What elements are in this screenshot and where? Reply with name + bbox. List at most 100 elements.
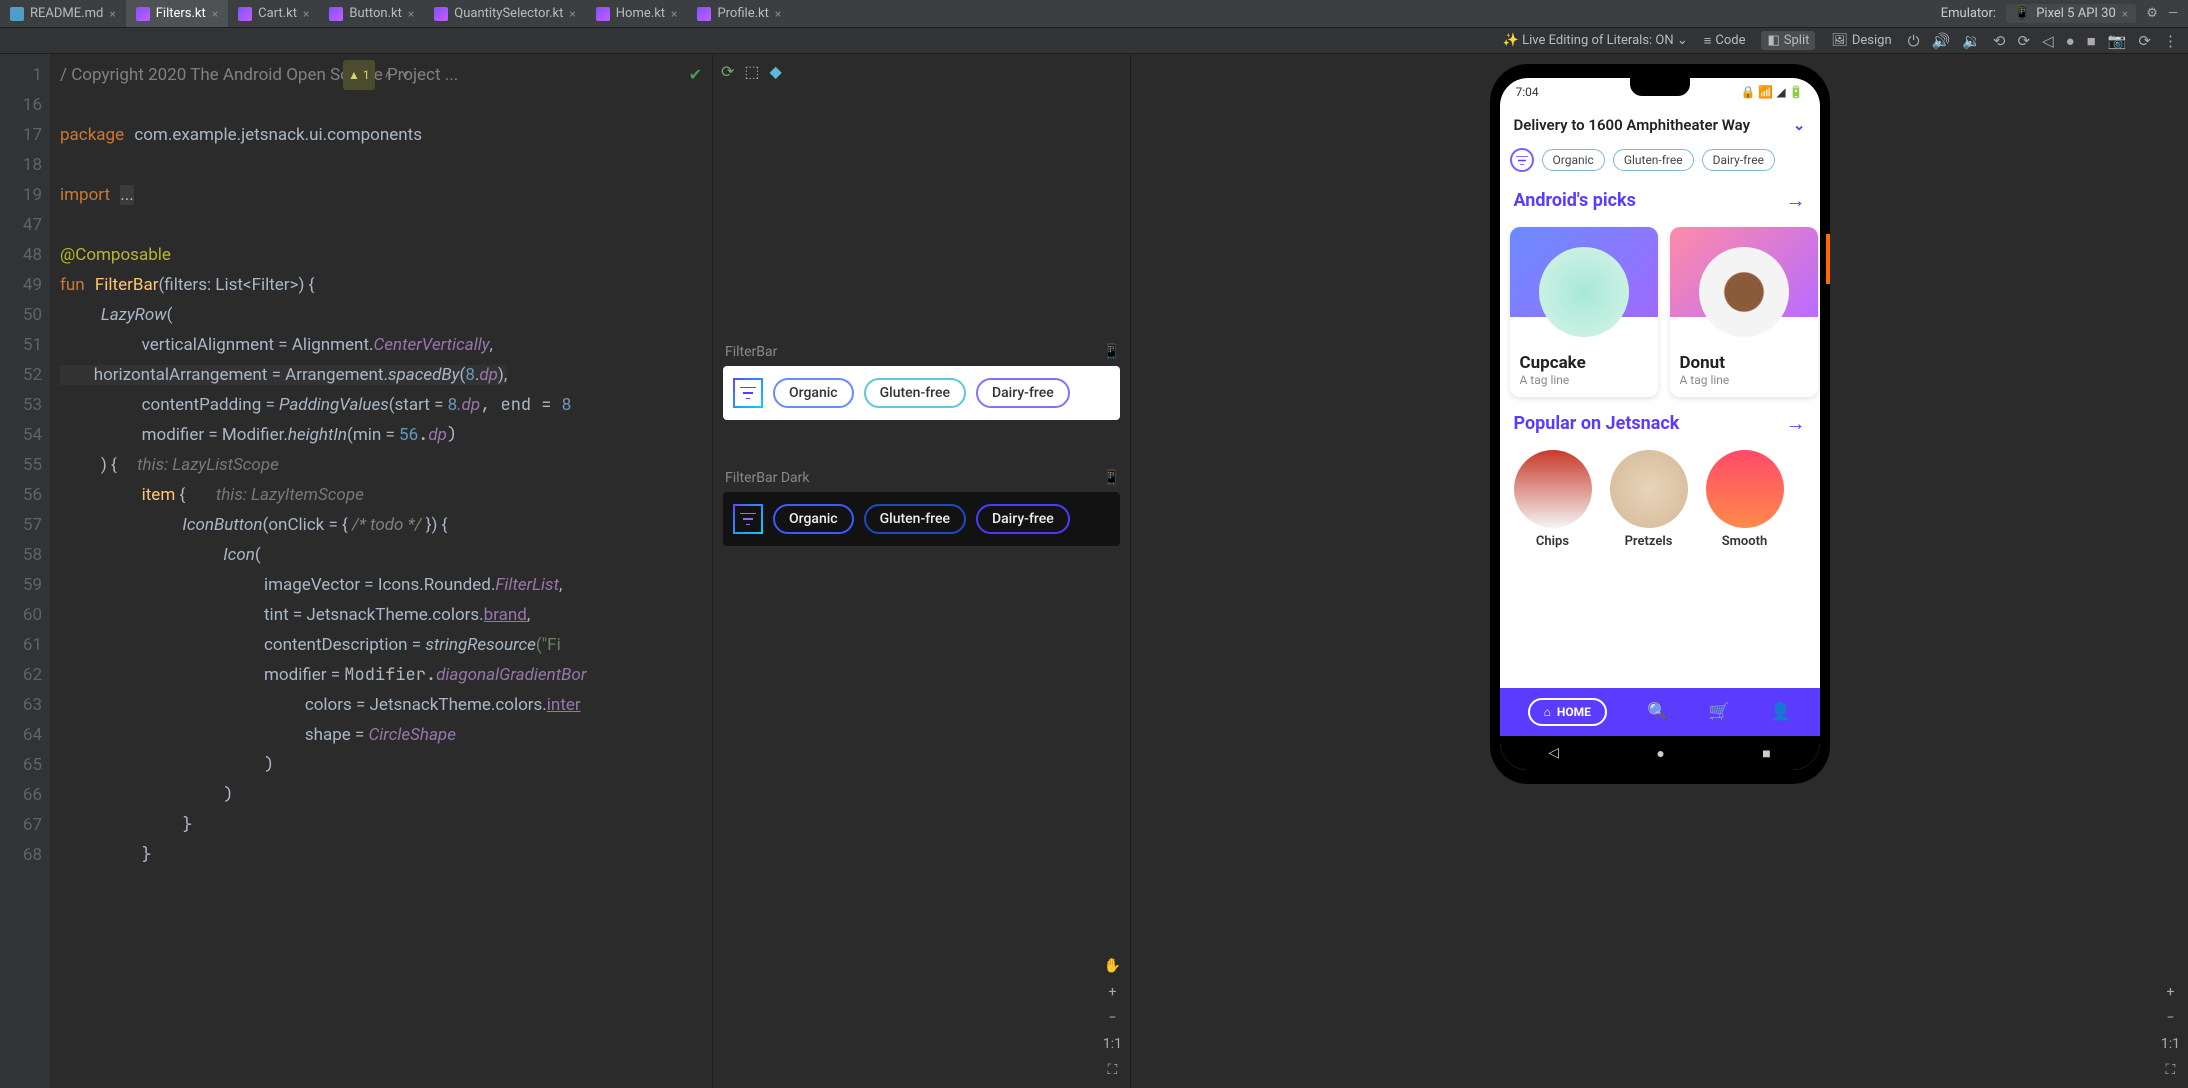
filter-list-icon[interactable]: [733, 504, 763, 534]
snack-circle[interactable]: Chips: [1514, 450, 1592, 549]
chip-organic[interactable]: Organic: [1542, 149, 1605, 171]
refresh-icon[interactable]: ⟳: [721, 62, 734, 81]
tab-button[interactable]: Button.kt×: [319, 0, 424, 27]
preview-toolbar: ✨ Live Editing of Literals: ON ⌄ ≡Code ◧…: [0, 28, 2188, 54]
fit-icon[interactable]: ⛶: [1108, 1062, 1118, 1078]
volume-up-icon[interactable]: 🔊: [1932, 32, 1951, 50]
home-icon[interactable]: ●: [1656, 745, 1664, 762]
arrow-right-icon[interactable]: →: [1786, 188, 1806, 213]
inspection-bar[interactable]: ▲ 1˄˅✔: [343, 60, 702, 90]
close-icon[interactable]: ×: [212, 7, 218, 21]
tab-qty[interactable]: QuantitySelector.kt×: [424, 0, 586, 27]
close-icon[interactable]: ×: [775, 7, 781, 21]
zoom-in-icon[interactable]: +: [1108, 984, 1116, 1000]
back-icon[interactable]: ◁: [1548, 745, 1559, 761]
tab-filters[interactable]: Filters.kt×: [126, 0, 228, 27]
chip-organic[interactable]: Organic: [773, 378, 854, 408]
mode-split[interactable]: ◧Split: [1761, 31, 1815, 50]
filter-list-icon[interactable]: [1510, 148, 1534, 172]
profile-icon[interactable]: 👤: [1770, 702, 1791, 722]
section-title: Popular on Jetsnack: [1514, 413, 1680, 434]
tab-home[interactable]: Home.kt×: [586, 0, 688, 27]
zoom-out-icon[interactable]: −: [1108, 1010, 1116, 1026]
deploy-icon[interactable]: ⬚: [744, 62, 759, 81]
close-icon[interactable]: ×: [109, 7, 115, 21]
kotlin-icon: [329, 7, 343, 21]
mode-design[interactable]: 🖼Design: [1825, 31, 1897, 50]
device-selector[interactable]: 📱Pixel 5 API 30×: [2006, 4, 2136, 23]
fit-icon[interactable]: ⛶: [2166, 1062, 2176, 1078]
snack-circle[interactable]: Smooth: [1706, 450, 1784, 549]
chevron-down-icon: ⌄: [1677, 33, 1688, 48]
overview-icon[interactable]: ■: [1762, 745, 1770, 762]
kotlin-icon: [596, 7, 610, 21]
snack-card[interactable]: DonutA tag line: [1670, 227, 1818, 397]
snack-card[interactable]: CupcakeA tag line: [1510, 227, 1658, 397]
warning-badge[interactable]: ▲ 1: [343, 60, 375, 90]
popular-row[interactable]: Chips Pretzels Smooth: [1500, 442, 1820, 557]
pan-icon[interactable]: ✋: [1104, 958, 1121, 974]
close-icon[interactable]: ×: [303, 7, 309, 21]
tab-readme[interactable]: README.md×: [0, 0, 126, 27]
chip-gluten[interactable]: Gluten-free: [864, 378, 966, 408]
chevron-up-icon[interactable]: ˄: [385, 60, 392, 90]
minimize-icon[interactable]: —: [2168, 6, 2178, 21]
device-icon[interactable]: 📱: [1103, 470, 1120, 486]
close-icon[interactable]: ×: [671, 7, 677, 21]
rotate-right-icon[interactable]: ⟳: [2017, 32, 2030, 50]
chip-dairy[interactable]: Dairy-free: [976, 378, 1070, 408]
close-icon[interactable]: ×: [408, 7, 414, 21]
more-icon[interactable]: ⋮: [2163, 32, 2178, 50]
cards-row[interactable]: CupcakeA tag line DonutA tag line: [1500, 219, 1820, 405]
filter-chips-row[interactable]: Organic Gluten-free Dairy-free: [1500, 144, 1820, 182]
overview-icon[interactable]: ■: [2087, 32, 2096, 50]
zoom-out-icon[interactable]: −: [2166, 1010, 2174, 1026]
gear-icon[interactable]: ⚙: [2146, 6, 2158, 21]
phone-notch: [1630, 78, 1690, 96]
chevron-down-icon[interactable]: ˅: [402, 60, 409, 90]
main-area: 1161718194748495051525354555657585960616…: [0, 54, 2188, 1088]
phone-screen[interactable]: 7:04 🔒 📶 ◢ 🔋 Delivery to 1600 Amphitheat…: [1500, 78, 1820, 770]
chevron-down-icon: ⌄: [1793, 116, 1806, 134]
tab-profile[interactable]: Profile.kt×: [687, 0, 791, 27]
chip-gluten[interactable]: Gluten-free: [864, 504, 966, 534]
reload-icon[interactable]: ⟳: [2138, 32, 2151, 50]
search-icon[interactable]: 🔍: [1647, 702, 1668, 722]
camera-icon[interactable]: 📷: [2108, 32, 2127, 50]
chip-dairy[interactable]: Dairy-free: [1702, 149, 1775, 171]
editor-tabs: README.md× Filters.kt× Cart.kt× Button.k…: [0, 0, 2188, 28]
tab-cart[interactable]: Cart.kt×: [228, 0, 319, 27]
arrow-right-icon[interactable]: →: [1786, 411, 1806, 436]
live-edit-status[interactable]: ✨ Live Editing of Literals: ON ⌄: [1503, 33, 1688, 48]
mode-code[interactable]: ≡Code: [1698, 31, 1752, 51]
chip-gluten[interactable]: Gluten-free: [1613, 149, 1694, 171]
emulator-label: Emulator:: [1941, 6, 1996, 21]
snack-circle[interactable]: Pretzels: [1610, 450, 1688, 549]
rotate-left-icon[interactable]: ⟲: [1993, 32, 2006, 50]
close-icon[interactable]: ×: [2122, 7, 2128, 21]
code-editor[interactable]: 1161718194748495051525354555657585960616…: [0, 54, 712, 1088]
device-icon[interactable]: 📱: [1103, 344, 1120, 360]
markdown-icon: [10, 7, 24, 21]
cart-icon[interactable]: 🛒: [1709, 702, 1730, 722]
zoom-ratio[interactable]: 1:1: [2161, 1036, 2180, 1052]
filter-list-icon[interactable]: [733, 378, 763, 408]
delivery-header[interactable]: Delivery to 1600 Amphitheater Way⌄: [1500, 106, 1820, 144]
image-icon: 🖼: [1831, 33, 1848, 48]
system-nav: ◁ ● ■: [1500, 736, 1820, 770]
code-content[interactable]: / Copyright 2020 The Android Open Source…: [50, 54, 712, 1088]
section-title: Android's picks: [1514, 190, 1636, 211]
close-icon[interactable]: ×: [569, 7, 575, 21]
chip-organic[interactable]: Organic: [773, 504, 854, 534]
home-icon[interactable]: ●: [2066, 32, 2075, 50]
kotlin-icon: [238, 7, 252, 21]
back-icon[interactable]: ◁: [2042, 32, 2054, 50]
power-icon[interactable]: ⏻: [1908, 32, 1920, 50]
chip-dairy[interactable]: Dairy-free: [976, 504, 1070, 534]
kotlin-icon: [136, 7, 150, 21]
layers-icon[interactable]: ◆: [770, 62, 782, 81]
nav-home-button[interactable]: ⌂HOME: [1528, 698, 1607, 726]
zoom-ratio[interactable]: 1:1: [1103, 1036, 1122, 1052]
volume-down-icon[interactable]: 🔉: [1962, 32, 1981, 50]
zoom-in-icon[interactable]: +: [2166, 984, 2174, 1000]
